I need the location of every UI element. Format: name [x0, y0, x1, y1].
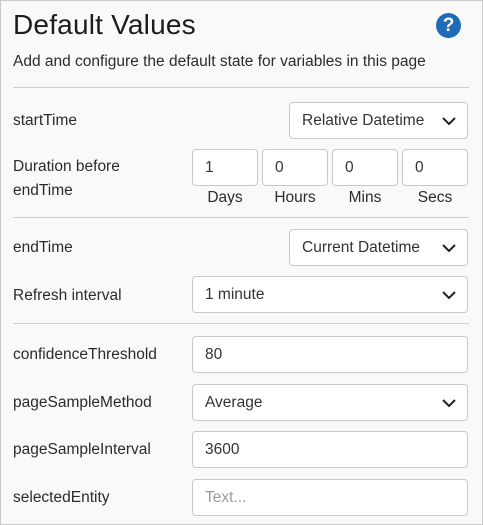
- start-time-select[interactable]: Relative Datetime: [289, 102, 468, 139]
- default-values-panel: Default Values ? Add and configure the d…: [0, 0, 483, 525]
- unit-days-label: Days: [207, 189, 243, 206]
- confidence-threshold-input[interactable]: 80: [192, 336, 468, 373]
- duration-label-line2: endTime: [13, 182, 73, 199]
- chevron-down-icon: [441, 241, 457, 255]
- unit-secs-label: Secs: [417, 189, 453, 206]
- page-subtitle: Add and configure the default state for …: [13, 53, 426, 70]
- chevron-down-icon: [441, 288, 457, 302]
- refresh-interval-label: Refresh interval: [13, 287, 122, 304]
- start-time-value: Relative Datetime: [302, 112, 425, 129]
- page-sample-method-value: Average: [205, 394, 263, 411]
- end-time-value: Current Datetime: [302, 239, 421, 256]
- page-sample-method-label: pageSampleMethod: [13, 394, 152, 411]
- page-sample-method-select[interactable]: Average: [192, 384, 468, 421]
- selected-entity-label: selectedEntity: [13, 489, 110, 506]
- duration-label-line1: Duration before: [13, 158, 120, 175]
- end-time-label: endTime: [13, 239, 73, 256]
- refresh-interval-select[interactable]: 1 minute: [192, 276, 468, 313]
- end-time-select[interactable]: Current Datetime: [289, 229, 468, 266]
- refresh-interval-value: 1 minute: [205, 286, 265, 303]
- help-icon[interactable]: ?: [436, 13, 461, 38]
- page-sample-interval-label: pageSampleInterval: [13, 441, 151, 458]
- start-time-label: startTime: [13, 112, 78, 129]
- chevron-down-icon: [441, 114, 457, 128]
- duration-hours-input[interactable]: 0: [262, 149, 328, 186]
- divider: [13, 323, 469, 324]
- divider: [13, 217, 469, 218]
- page-title: Default Values: [13, 9, 196, 40]
- page-sample-interval-input[interactable]: 3600: [192, 431, 468, 468]
- duration-mins-input[interactable]: 0: [332, 149, 398, 186]
- divider: [13, 87, 469, 88]
- duration-days-input[interactable]: 1: [192, 149, 258, 186]
- unit-mins-label: Mins: [348, 189, 382, 206]
- selected-entity-input[interactable]: [192, 479, 468, 516]
- chevron-down-icon: [441, 396, 457, 410]
- unit-hours-label: Hours: [274, 189, 316, 206]
- confidence-threshold-label: confidenceThreshold: [13, 346, 157, 363]
- duration-secs-input[interactable]: 0: [402, 149, 468, 186]
